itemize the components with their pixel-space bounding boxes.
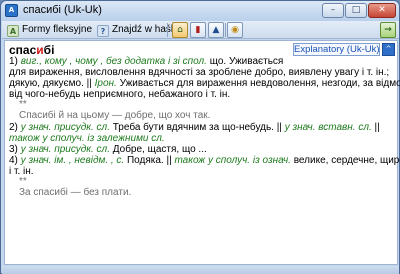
definition-line: також у сполуч. із залежними сл. xyxy=(9,133,165,144)
sense-number: 2) xyxy=(9,122,18,133)
next-button[interactable]: → xyxy=(380,22,396,38)
definition-text: велике, сердечне, щире xyxy=(290,155,400,166)
definition-text: дякую, дякуємо. || xyxy=(9,78,92,89)
example-phrase: Спасибі й на цьому — добре, що хоч так. xyxy=(19,110,211,121)
dictionary-window: A спасибі (Uk-Uk) – □ ✕ A Formy fleksyjne… xyxy=(0,0,400,274)
sense-number: 3) xyxy=(9,144,18,155)
grammar-label: у знач. ім. , невідм. , с. xyxy=(20,155,125,166)
definition-line: 1) виг., кому , чому , без додатка і зі … xyxy=(9,56,283,67)
phraseology-marker: ** xyxy=(19,176,27,187)
dictionary-label[interactable]: Explanatory (Uk-Uk) xyxy=(293,43,380,56)
toolbar-separator xyxy=(225,23,226,37)
app-icon: A xyxy=(5,4,18,17)
grammar-label: у знач. вставн. сл. xyxy=(281,122,372,133)
grammar-label: у знач. присудк. сл. xyxy=(20,144,110,155)
find-in-entry-label: Znajdź w haśle xyxy=(112,24,179,35)
graduation-cap-icon: ▲ xyxy=(212,25,220,35)
grammar-label: без додатка і зі xyxy=(105,56,180,67)
definition-text: Добре, щастя, що ... xyxy=(109,144,207,155)
definition-text: Треба бути вдячним за що-небудь. || xyxy=(109,122,282,133)
settings-button[interactable]: ◉ xyxy=(227,22,243,38)
minimize-button[interactable]: – xyxy=(322,3,344,18)
grammar-label: , кому , чому , xyxy=(39,56,104,67)
sense-number: 1) xyxy=(9,56,18,67)
definition-line: дякую, дякуємо. || Ірон. Уживається для … xyxy=(9,78,400,89)
book-icon: ▮ xyxy=(195,25,201,35)
grammar-label: також у сполуч. із означ. xyxy=(171,155,291,166)
grammar-label: Ірон. xyxy=(94,78,117,89)
toolbar-separator xyxy=(167,23,168,37)
definition-line: 2) у знач. присудк. сл. Треба бути вдячн… xyxy=(9,122,380,133)
toolbar: A Formy fleksyjne ? Znajdź w haśle ⌂ ▮ ▲ ◉… xyxy=(2,21,399,39)
definition-text: Подяка. || xyxy=(124,155,172,166)
grammar-label: у знач. присудк. сл. xyxy=(20,122,110,133)
headword: спасибі xyxy=(9,43,54,57)
close-button[interactable]: ✕ xyxy=(368,3,396,18)
home-icon: ⌂ xyxy=(177,25,183,35)
headword-stressed-vowel: и xyxy=(36,43,44,57)
entry-content[interactable]: спасибі Explanatory (Uk-Uk) ^ 1) виг., к… xyxy=(4,40,400,265)
inflection-forms-button[interactable]: A Formy fleksyjne xyxy=(7,22,92,38)
headword-start: спас xyxy=(9,43,37,57)
window-title: спасибі (Uk-Uk) xyxy=(23,4,102,16)
headword-end: бі xyxy=(43,43,55,57)
inflection-forms-label: Formy fleksyjne xyxy=(22,24,93,35)
definition-text: || xyxy=(371,122,380,133)
title-bar[interactable]: A спасибі (Uk-Uk) – □ ✕ xyxy=(1,1,399,21)
status-bar xyxy=(2,266,399,274)
inflection-icon: A xyxy=(7,25,19,37)
grammar-label: також xyxy=(9,133,40,144)
find-icon: ? xyxy=(97,25,109,37)
dictionary-book-button[interactable]: ▮ xyxy=(190,22,206,38)
home-button[interactable]: ⌂ xyxy=(172,22,188,38)
grammar-label: виг. xyxy=(20,56,40,67)
sense-number: 4) xyxy=(9,155,18,166)
example-phrase: За спасибі — без плати. xyxy=(19,187,132,198)
grammar-label: у сполуч. із залежними сл. xyxy=(39,133,165,144)
collapse-button[interactable]: ^ xyxy=(382,43,395,56)
maximize-button[interactable]: □ xyxy=(345,3,367,18)
settings-icon: ◉ xyxy=(231,25,239,35)
arrow-right-icon: → xyxy=(384,25,392,35)
definition-line: 4) у знач. ім. , невідм. , с. Подяка. ||… xyxy=(9,155,400,166)
definition-text: що. Уживається xyxy=(206,56,284,67)
definition-text: Уживається для вираження невдоволення, н… xyxy=(116,78,400,89)
grammar-label: спол. xyxy=(182,56,207,67)
definition-line: 3) у знач. присудк. сл. Добре, щастя, що… xyxy=(9,144,207,155)
phraseology-marker: ** xyxy=(19,99,27,110)
chevron-up-icon: ^ xyxy=(385,45,392,53)
definition-line: від чого-небудь неприємного, небажаного … xyxy=(9,89,231,100)
learning-button[interactable]: ▲ xyxy=(208,22,224,38)
definition-line: для вираження, висловлення вдячності за … xyxy=(9,67,390,78)
